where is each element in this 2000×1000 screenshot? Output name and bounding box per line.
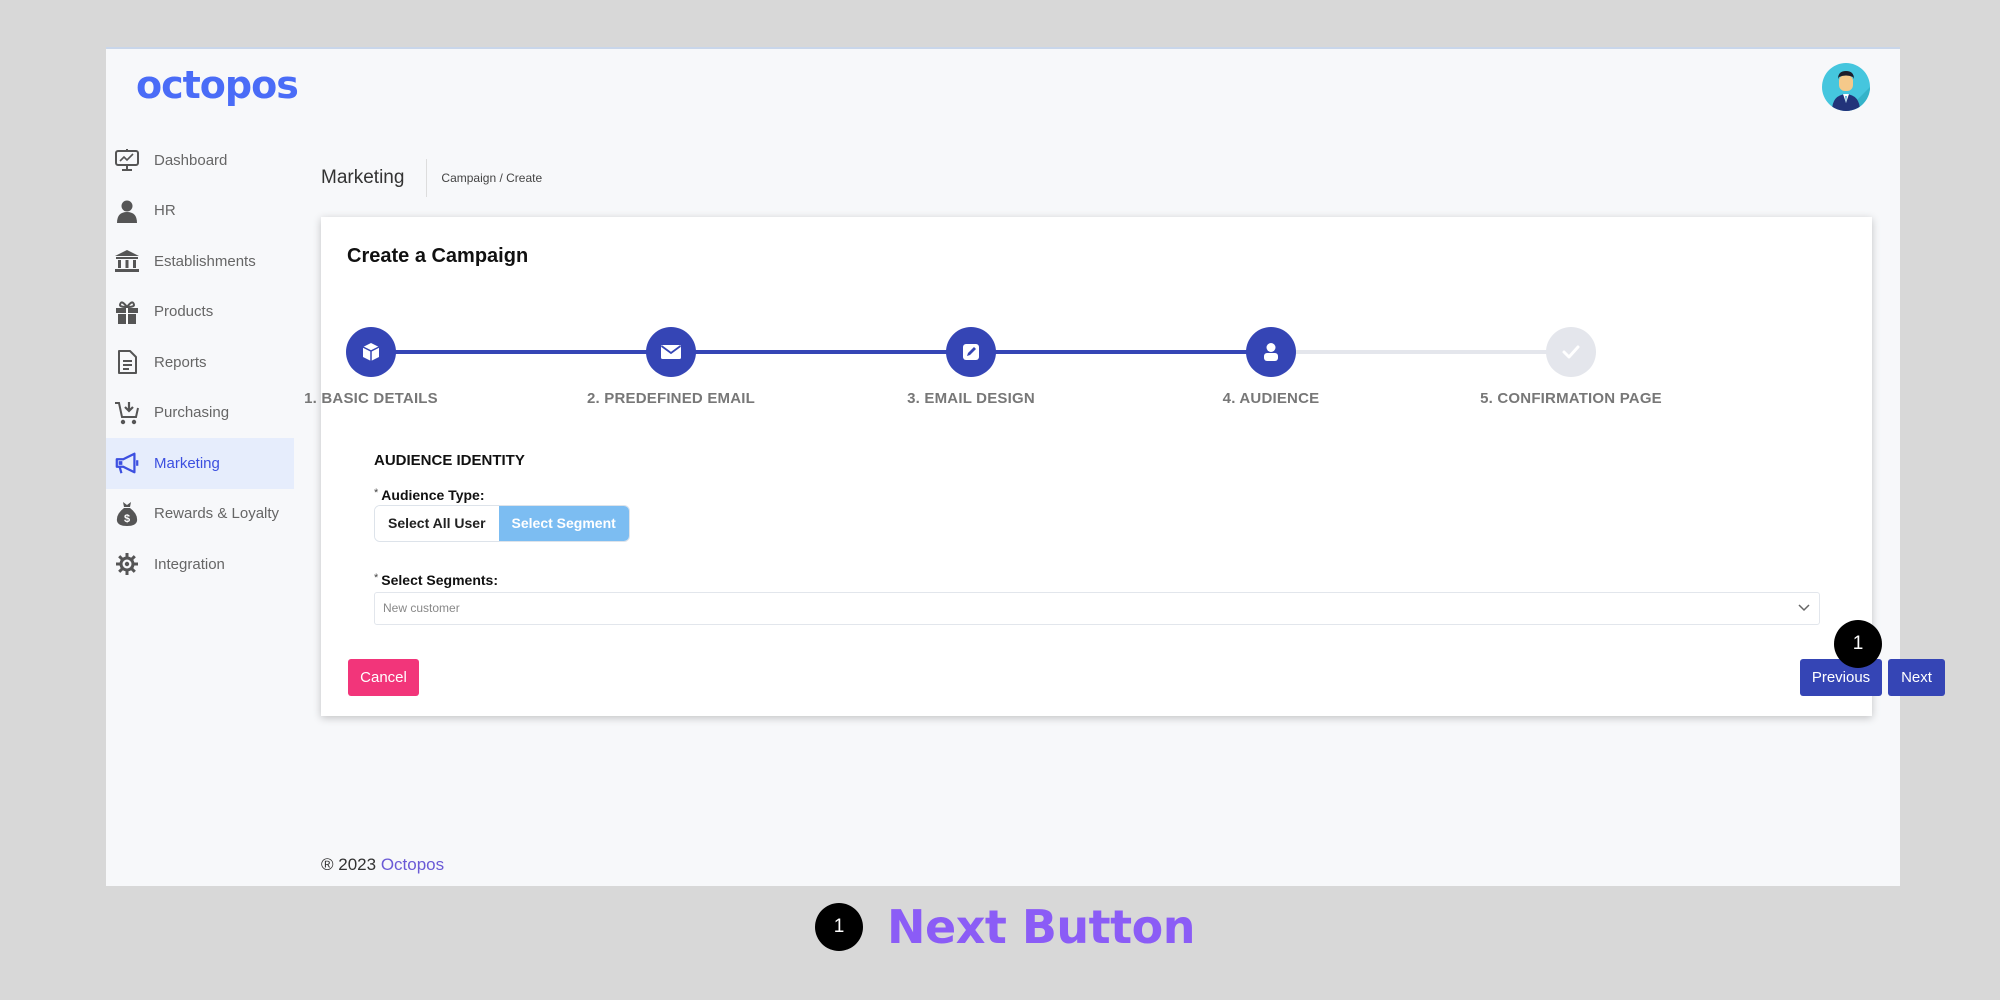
annotation-caption-marker: 1 bbox=[815, 903, 863, 951]
create-campaign-card: Create a Campaign 1. BASIC DETAILS 2. PR… bbox=[304, 217, 1945, 716]
step-dot bbox=[1246, 327, 1296, 377]
chevron-down-icon bbox=[1797, 593, 1811, 635]
step-dot bbox=[646, 327, 696, 377]
app-window: octopos Dashboard HR Establishments Prod… bbox=[106, 47, 1945, 886]
dashboard-monitor-icon bbox=[114, 147, 140, 173]
annotation-caption: 1 Next Button bbox=[815, 900, 1196, 954]
sidebar-item-dashboard[interactable]: Dashboard bbox=[106, 135, 294, 186]
user-avatar[interactable] bbox=[1822, 63, 1870, 111]
step-label: 2. PREDEFINED EMAIL bbox=[587, 390, 755, 407]
page-header: Marketing Campaign / Create bbox=[321, 159, 542, 197]
step-label: 5. CONFIRMATION PAGE bbox=[1480, 390, 1662, 407]
avatar-icon bbox=[1832, 71, 1870, 111]
sidebar-item-establishments[interactable]: Establishments bbox=[106, 236, 294, 287]
sidebar-item-label: Integration bbox=[154, 555, 225, 573]
gear-icon bbox=[114, 551, 140, 577]
segments-select-value: New customer bbox=[383, 601, 460, 615]
money-bag-icon: $ bbox=[114, 501, 140, 527]
cart-icon bbox=[114, 400, 140, 426]
envelope-icon bbox=[660, 345, 682, 359]
copyright-text: ® 2023 bbox=[321, 855, 377, 874]
step-dot bbox=[1546, 327, 1596, 377]
step-confirmation-page[interactable]: 5. CONFIRMATION PAGE bbox=[1451, 327, 1691, 407]
campaign-stepper: 1. BASIC DETAILS 2. PREDEFINED EMAIL 3. … bbox=[304, 327, 1822, 407]
sidebar-item-marketing[interactable]: Marketing bbox=[106, 438, 294, 489]
sidebar-item-label: HR bbox=[154, 202, 176, 220]
bank-building-icon bbox=[114, 248, 140, 274]
footer-brand-link[interactable]: Octopos bbox=[381, 855, 444, 874]
stepper-track-complete bbox=[371, 350, 1271, 354]
select-segments-label: * Select Segments: bbox=[374, 572, 498, 588]
step-email-design[interactable]: 3. EMAIL DESIGN bbox=[851, 327, 1091, 407]
footer: ® 2023 Octopos bbox=[321, 855, 444, 875]
sidebar-item-label: Dashboard bbox=[154, 151, 228, 169]
sidebar-item-label: Rewards & Loyalty bbox=[154, 505, 280, 523]
sidebar-item-label: Marketing bbox=[154, 454, 220, 472]
audience-type-label-text: Audience Type: bbox=[381, 487, 485, 503]
sidebar-item-label: Products bbox=[154, 303, 214, 321]
user-icon bbox=[1264, 343, 1278, 361]
segments-select[interactable]: New customer bbox=[374, 592, 1820, 625]
sidebar-item-label: Establishments bbox=[154, 252, 256, 270]
logo[interactable]: octopos bbox=[136, 63, 299, 107]
step-dot bbox=[346, 327, 396, 377]
edit-icon bbox=[963, 344, 979, 360]
section-title: AUDIENCE IDENTITY bbox=[374, 452, 525, 469]
sidebar-item-integration[interactable]: Integration bbox=[106, 539, 294, 590]
step-basic-details[interactable]: 1. BASIC DETAILS bbox=[251, 327, 491, 407]
page-title: Marketing bbox=[321, 159, 428, 197]
step-label: 3. EMAIL DESIGN bbox=[907, 390, 1035, 407]
svg-text:$: $ bbox=[124, 513, 130, 525]
check-icon bbox=[1562, 345, 1580, 359]
audience-type-label: * Audience Type: bbox=[374, 487, 484, 503]
card-title: Create a Campaign bbox=[347, 245, 529, 267]
cube-icon bbox=[362, 343, 380, 361]
sidebar-item-rewards-loyalty[interactable]: $ Rewards & Loyalty bbox=[106, 489, 294, 540]
required-mark: * bbox=[374, 572, 379, 584]
next-button[interactable]: Next bbox=[1888, 659, 1945, 696]
step-label: 1. BASIC DETAILS bbox=[304, 390, 438, 407]
sidebar-item-label: Reports bbox=[154, 353, 207, 371]
gift-icon bbox=[114, 299, 140, 325]
annotation-marker: 1 bbox=[1834, 620, 1882, 668]
step-predefined-email[interactable]: 2. PREDEFINED EMAIL bbox=[551, 327, 791, 407]
person-icon bbox=[114, 198, 140, 224]
step-label: 4. AUDIENCE bbox=[1222, 390, 1320, 407]
step-dot bbox=[946, 327, 996, 377]
required-mark: * bbox=[374, 487, 379, 499]
annotation-caption-label: Next Button bbox=[887, 900, 1196, 954]
cancel-button[interactable]: Cancel bbox=[348, 659, 419, 696]
select-segments-label-text: Select Segments: bbox=[381, 572, 498, 588]
step-audience[interactable]: 4. AUDIENCE bbox=[1151, 327, 1391, 407]
select-all-user-option[interactable]: Select All User bbox=[375, 506, 499, 541]
breadcrumb[interactable]: Campaign / Create bbox=[427, 171, 542, 185]
select-segment-option[interactable]: Select Segment bbox=[498, 506, 629, 541]
megaphone-icon bbox=[114, 450, 140, 476]
audience-type-toggle: Select All User Select Segment bbox=[374, 505, 630, 542]
sidebar-item-hr[interactable]: HR bbox=[106, 186, 294, 237]
document-icon bbox=[114, 349, 140, 375]
sidebar-item-label: Purchasing bbox=[154, 404, 230, 422]
